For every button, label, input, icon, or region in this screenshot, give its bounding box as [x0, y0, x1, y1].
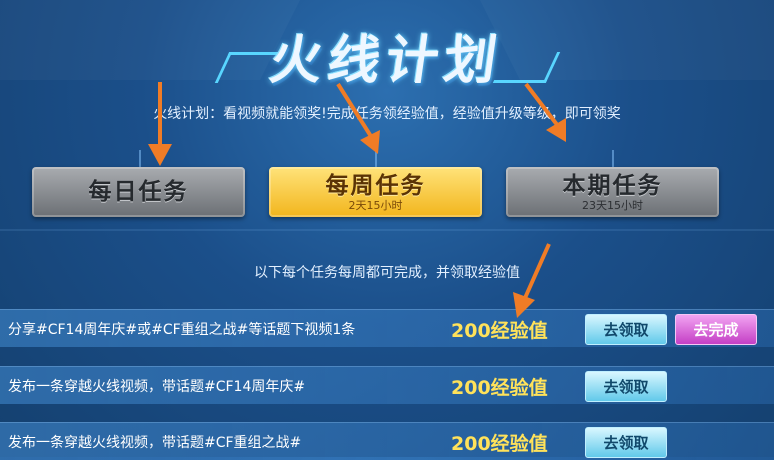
task-text: 发布一条穿越火线视频，带话题#CF14周年庆# — [8, 379, 306, 395]
task-reward: 200经验值 — [451, 320, 548, 342]
complete-button[interactable]: 去完成 — [675, 314, 757, 345]
task-row: 发布一条穿越火线视频，带话题#CF重组之战# 200经验值 去领取 — [0, 422, 774, 460]
arrow-annotation-icon — [513, 243, 551, 318]
tab-daily-label: 每日任务 — [88, 179, 189, 205]
tab-season-label: 本期任务 — [562, 172, 663, 199]
task-reward: 200经验值 — [451, 377, 548, 399]
arrow-annotation-icon — [524, 82, 566, 142]
arrow-annotation-icon — [336, 82, 380, 154]
tab-season-tasks[interactable]: 本期任务 23天15小时 — [506, 167, 719, 217]
arrow-annotation-icon — [148, 82, 172, 166]
tab-weekly-countdown: 2天15小时 — [348, 198, 403, 212]
task-text: 分享#CF14周年庆#或#CF重组之战#等话题下视频1条 — [8, 322, 356, 338]
claim-button[interactable]: 去领取 — [585, 371, 667, 402]
task-row: 分享#CF14周年庆#或#CF重组之战#等话题下视频1条 200经验值 去领取 … — [0, 309, 774, 347]
tab-weekly-tasks[interactable]: 每周任务 2天15小时 — [269, 167, 482, 217]
task-text: 发布一条穿越火线视频，带话题#CF重组之战# — [8, 435, 302, 451]
tab-daily-tasks[interactable]: 每日任务 — [32, 167, 245, 217]
claim-button[interactable]: 去领取 — [585, 314, 667, 345]
tab-season-countdown: 23天15小时 — [582, 198, 643, 212]
tab-weekly-label: 每周任务 — [325, 172, 426, 199]
task-reward: 200经验值 — [451, 433, 548, 455]
claim-button[interactable]: 去领取 — [585, 427, 667, 458]
task-info-text: 以下每个任务每周都可完成，并领取经验值 — [254, 265, 520, 281]
task-row: 发布一条穿越火线视频，带话题#CF14周年庆# 200经验值 去领取 — [0, 366, 774, 404]
title-banner: 火线计划 — [0, 8, 774, 91]
